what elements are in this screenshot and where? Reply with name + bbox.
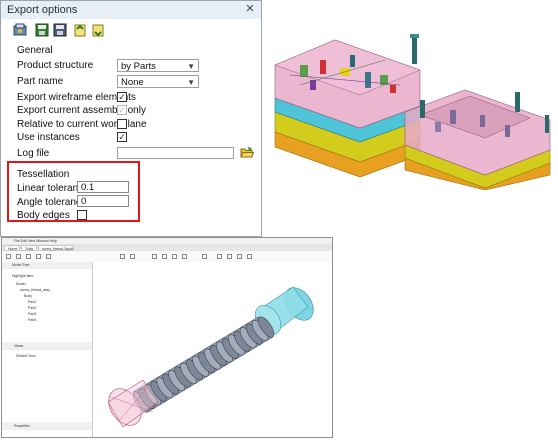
small-mold-image: [404, 89, 551, 190]
fit-icon[interactable]: [202, 254, 207, 259]
select-icon[interactable]: [152, 254, 157, 259]
tree-item[interactable]: Part3: [28, 312, 36, 316]
dialog-title: Export options: [1, 1, 261, 19]
tessellation-highlight-box: [7, 161, 140, 222]
use-instances-label: Use instances: [17, 132, 80, 143]
hand-icon[interactable]: [162, 254, 167, 259]
tree-item[interactable]: Part4: [28, 318, 36, 322]
part-name-select[interactable]: None ▼: [117, 75, 199, 88]
tree-item[interactable]: Model: [16, 282, 26, 286]
model-tree-panel: Model Tree Highlight Item Model screw_th…: [2, 262, 93, 437]
tree-item[interactable]: Highlight Item: [12, 274, 33, 278]
relative-workplane-label: Relative to current workplane: [17, 119, 147, 130]
view-item[interactable]: Default View: [16, 354, 36, 358]
page-down-icon[interactable]: [130, 254, 135, 259]
large-mold-image: [274, 34, 421, 178]
highlight-icon[interactable]: [237, 254, 242, 259]
log-file-label: Log file: [17, 148, 50, 159]
product-structure-value: by Parts: [121, 61, 156, 72]
properties-header: Properties: [2, 422, 92, 430]
part-name-value: None: [121, 77, 144, 88]
page-up-icon[interactable]: [120, 254, 125, 259]
views-header: Views: [2, 342, 92, 350]
save-icon[interactable]: [35, 23, 49, 37]
product-structure-select[interactable]: by Parts ▼: [117, 59, 199, 72]
print-icon[interactable]: [36, 254, 41, 259]
chevron-down-icon: ▼: [187, 78, 195, 87]
tree-item[interactable]: Part1: [28, 300, 36, 304]
tree-item[interactable]: Part2: [28, 306, 36, 310]
part-name-label: Part name: [17, 76, 64, 87]
export-wireframe-checkbox[interactable]: ✓: [117, 92, 127, 102]
load-icon[interactable]: [73, 23, 87, 37]
home-icon[interactable]: [6, 254, 11, 259]
tab-bar: Home Tools screw_thread.3dpdf: [2, 244, 332, 251]
general-section-label: General: [17, 45, 53, 56]
folder-open-icon[interactable]: [240, 146, 254, 159]
save-as-icon[interactable]: [53, 23, 67, 37]
close-icon[interactable]: ✕: [243, 2, 257, 16]
tree-item[interactable]: Body: [24, 294, 32, 298]
tree-item[interactable]: screw_thread_assy: [20, 288, 50, 292]
relative-workplane-checkbox[interactable]: [117, 119, 127, 129]
viewer-window: File Edit View Window Help Home Tools sc…: [1, 237, 333, 438]
export-current-assembly-checkbox[interactable]: ✓: [117, 105, 127, 115]
comment-icon[interactable]: [217, 254, 222, 259]
export-icon[interactable]: [91, 23, 105, 37]
upload-icon[interactable]: [26, 254, 31, 259]
screw-part-render: [107, 286, 314, 428]
pen-icon[interactable]: [227, 254, 232, 259]
zoom-in-icon[interactable]: [182, 254, 187, 259]
3d-viewport[interactable]: [93, 262, 332, 437]
product-structure-label: Product structure: [17, 60, 94, 71]
mold-assembly-render: [274, 34, 551, 190]
sign-icon[interactable]: [247, 254, 252, 259]
zoom-out-icon[interactable]: [172, 254, 177, 259]
model-tree-header: Model Tree: [2, 262, 92, 269]
star-icon[interactable]: [16, 254, 21, 259]
settings-icon[interactable]: [13, 23, 27, 37]
chevron-down-icon: ▼: [187, 62, 195, 71]
use-instances-checkbox[interactable]: ✓: [117, 132, 127, 142]
log-file-input[interactable]: [117, 147, 234, 159]
search-icon[interactable]: [46, 254, 51, 259]
